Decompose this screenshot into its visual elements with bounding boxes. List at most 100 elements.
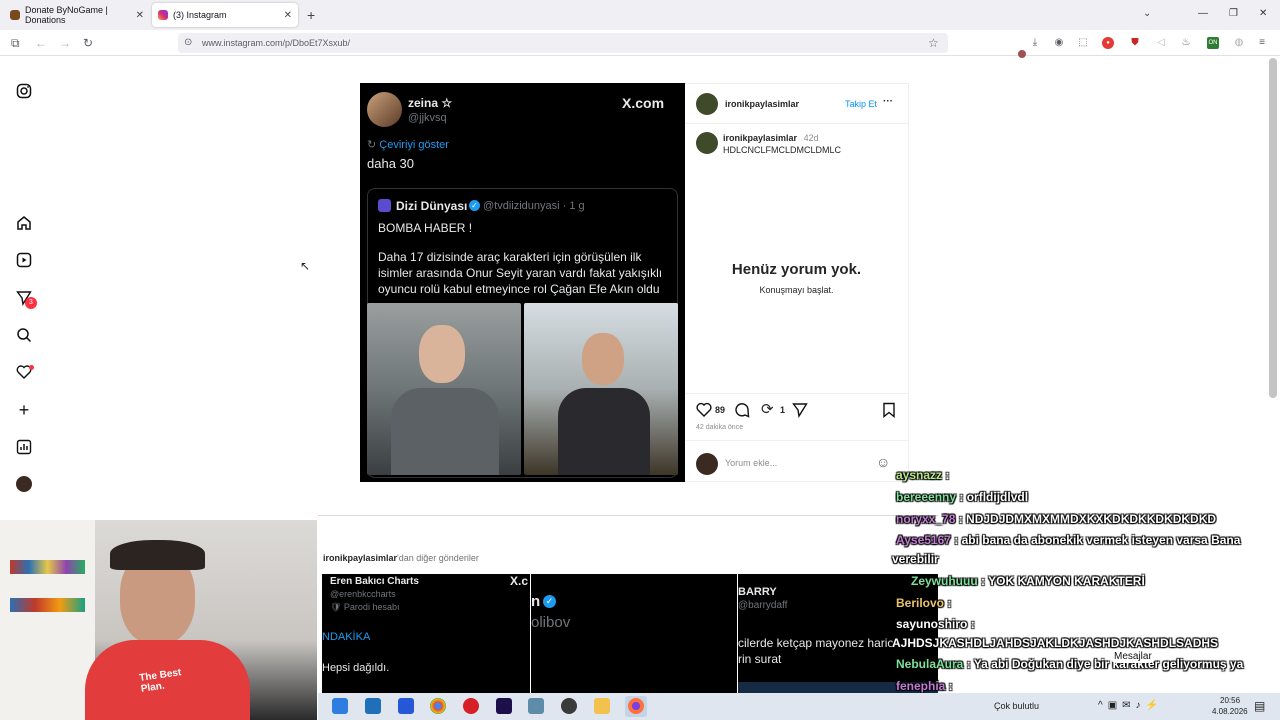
person-face (582, 333, 624, 385)
menu-icon[interactable]: ≡ (1256, 37, 1268, 49)
back-icon[interactable]: ← (35, 36, 47, 50)
like-count[interactable]: 89 (715, 405, 725, 415)
mouse-cursor-icon: ↖ (300, 259, 311, 273)
more-post-card-2[interactable]: n ✓ olibov (531, 574, 737, 693)
books-row (10, 598, 85, 612)
tweet-author-name: zeina ☆ (408, 96, 453, 110)
clock-date[interactable]: 4.08.2026 (1212, 707, 1248, 716)
mute-icon[interactable]: ◁ (1155, 37, 1167, 49)
chat-text: : abi bana da abonekik vermek isteyen va… (950, 533, 1241, 547)
start-icon[interactable] (332, 698, 348, 714)
more-posts-header: ironikpaylasimlar'dan diğer gönderiler (323, 553, 479, 563)
shield-icon[interactable]: ⛊ (1129, 37, 1141, 49)
dashboard-icon[interactable] (16, 439, 32, 455)
forward-icon[interactable]: → (59, 36, 71, 50)
navigation-toolbar: ⧉ ← → ↻ ⊙ www.instagram.com/p/DboEt7Xsxu… (0, 30, 1280, 58)
chat-message: Zeywuhuuu : YOK KAMYON KARAKTERİ (911, 574, 1145, 588)
profile-avatar[interactable] (16, 476, 32, 492)
search-icon[interactable] (16, 327, 32, 343)
opera-icon[interactable] (463, 698, 479, 714)
comment-icon[interactable] (734, 402, 750, 423)
more-post-card-3[interactable]: BARRY @barrydaff cilerde ketçap mayonez … (738, 574, 938, 693)
on-toggle-icon[interactable]: ON (1207, 37, 1219, 49)
more-posts-user[interactable]: ironikpaylasimlar (323, 553, 397, 563)
reels-icon[interactable] (16, 252, 32, 268)
tab-donate[interactable]: Donate ByNoGame | Donations ✕ (4, 3, 150, 27)
emoji-icon[interactable]: ☺ (876, 454, 890, 470)
adblock-icon[interactable]: ● (1102, 37, 1114, 49)
tweet-text: daha 30 (367, 156, 414, 171)
notification-center-icon[interactable]: ▤ (1254, 699, 1265, 713)
chat-username: sayunoshiro (896, 617, 968, 631)
page-scrollbar[interactable] (1269, 58, 1277, 398)
author-avatar[interactable] (696, 93, 718, 115)
bynogame-favicon-icon (10, 10, 20, 20)
new-tab-button[interactable]: + (307, 7, 315, 23)
chrome-icon[interactable] (430, 698, 446, 714)
chat-message: sayunoshiro : (896, 617, 975, 631)
outlook-icon[interactable] (365, 698, 381, 714)
chat-message: noryxx_78 : NDJDJDMXMXMMDXKXKDKDKKDKDKDK… (896, 512, 1216, 526)
site-info-icon[interactable]: ⊙ (184, 37, 192, 48)
caption-username[interactable]: ironikpaylasimlar (723, 133, 797, 143)
person-suit (558, 388, 650, 475)
minimize-button[interactable]: — (1198, 8, 1208, 19)
verified-icon: ✓ (469, 200, 480, 211)
instagram-logo-icon[interactable] (16, 83, 32, 99)
save-icon[interactable] (882, 402, 896, 423)
list-tabs-icon[interactable]: ⌄ (1143, 8, 1151, 19)
account-icon[interactable]: ◉ (1053, 37, 1065, 49)
firefox-icon[interactable] (628, 698, 644, 714)
follow-button[interactable]: Takip Et (845, 99, 877, 109)
messages-label[interactable]: Mesajlar (1110, 650, 1156, 663)
system-tray-icons[interactable]: ^▣✉♪⚡ (1098, 700, 1163, 711)
app-icon[interactable] (398, 698, 414, 714)
downloads-icon[interactable]: ⤓ (1029, 37, 1041, 49)
obs-icon[interactable] (561, 698, 577, 714)
quoted-photo-left (367, 303, 521, 475)
like-icon[interactable] (696, 402, 712, 422)
author-username[interactable]: ironikpaylasimlar (725, 99, 799, 109)
url-text: www.instagram.com/p/DboEt7Xsxub/ (202, 38, 351, 48)
clock-time[interactable]: 20:56 (1220, 696, 1240, 705)
create-icon[interactable]: + (16, 401, 32, 419)
card-handle: @barrydaff (738, 600, 788, 611)
chat-message: bereeenny : orfldijdlvdl (896, 490, 1028, 504)
no-comments-subtitle: Konuşmayı başlat. (759, 285, 834, 295)
share-icon[interactable] (792, 402, 808, 423)
tab-close-icon[interactable]: ✕ (284, 10, 292, 21)
home-icon[interactable] (16, 215, 32, 231)
app-icon[interactable] (528, 698, 544, 714)
flame-icon[interactable]: ♨ (1180, 37, 1192, 49)
quoted-avatar (378, 199, 391, 212)
repost-count[interactable]: 1 (780, 405, 785, 415)
tweet-avatar (367, 92, 402, 127)
chat-message: NebulaAura : Ya abi Doğukan diye bir kar… (896, 657, 1243, 671)
card-body-line-2: rin surat (738, 652, 782, 666)
premiere-icon[interactable] (496, 698, 512, 714)
more-post-card-1[interactable]: Eren Bakıcı Charts @erenbkccharts 🛡 Paro… (322, 574, 530, 693)
extensions-icon[interactable]: ⬚ (1077, 37, 1089, 49)
quoted-headline: BOMBA HABER ! (378, 221, 473, 235)
url-field[interactable]: ⊙ www.instagram.com/p/DboEt7Xsxub/ ☆ (178, 33, 948, 53)
maximize-button[interactable]: ❐ (1229, 8, 1238, 19)
tab-instagram[interactable]: (3) Instagram ✕ (152, 3, 298, 27)
file-explorer-icon[interactable] (594, 698, 610, 714)
divider (685, 123, 908, 124)
notification-dot (29, 365, 34, 370)
tweet-handle: @jjkvsq (408, 112, 447, 124)
more-options-icon[interactable]: ··· (883, 96, 893, 107)
repost-icon[interactable]: ⟳ (761, 400, 774, 418)
chat-username: Berilovo (896, 596, 945, 610)
tab-close-icon[interactable]: ✕ (136, 10, 144, 21)
comment-input[interactable]: Yorum ekle... (725, 458, 777, 468)
post-media[interactable]: zeina ☆ @jjkvsq X.com ↻ Çeviriyi göster … (360, 83, 685, 482)
webcam-overlay: The Best Plan. (0, 520, 317, 720)
sidebar-toggle-icon[interactable]: ⧉ (11, 36, 20, 50)
weather-label[interactable]: Çok bulutlu (994, 701, 1039, 711)
bookmark-star-icon[interactable]: ☆ (928, 36, 939, 50)
reload-icon[interactable]: ↻ (83, 36, 93, 50)
close-window-button[interactable]: ✕ (1259, 8, 1267, 19)
globe-icon[interactable]: ◍ (1233, 37, 1245, 49)
divider (685, 440, 908, 441)
